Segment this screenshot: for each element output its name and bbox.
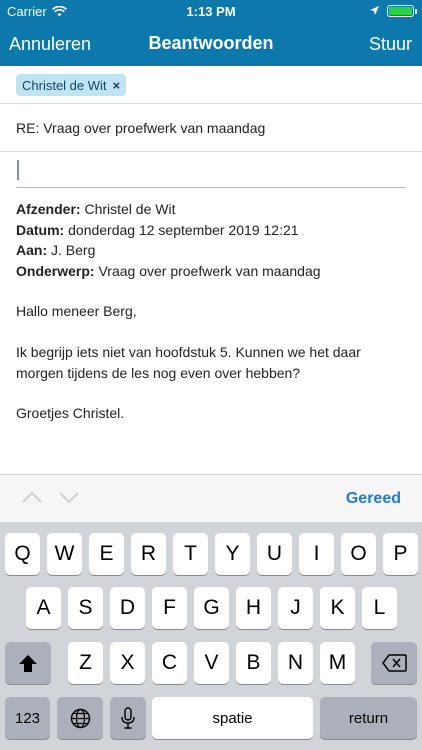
- greeting-text: Hallo meneer Berg,: [16, 303, 137, 319]
- key-a[interactable]: A: [26, 587, 61, 629]
- date-label: Datum:: [16, 221, 65, 238]
- key-w[interactable]: W: [47, 533, 82, 575]
- from-label: Afzender:: [16, 201, 81, 217]
- remove-recipient-icon[interactable]: ×: [113, 78, 121, 93]
- key-k[interactable]: K: [320, 587, 355, 629]
- key-y[interactable]: Y: [215, 533, 250, 575]
- backspace-key[interactable]: [371, 642, 417, 684]
- text-cursor: [17, 160, 19, 180]
- key-q[interactable]: Q: [5, 533, 40, 575]
- to-value: J. Berg: [51, 242, 96, 258]
- to-label: Aan:: [16, 242, 48, 258]
- key-e[interactable]: E: [89, 533, 124, 575]
- status-time: 1:13 PM: [186, 4, 236, 19]
- key-g[interactable]: G: [194, 587, 229, 629]
- microphone-icon: [121, 707, 135, 729]
- message-input-underline[interactable]: [16, 187, 405, 188]
- quoted-subject-line: Onderwerp: Vraag over proefwerk van maan…: [16, 261, 411, 282]
- body-line-1: Ik begrijp iets niet van hoofdstuk 5. Ku…: [16, 344, 361, 360]
- recipient-chip[interactable]: Christel de Wit ×: [16, 74, 127, 96]
- from-value: Christel de Wit: [84, 201, 176, 217]
- globe-icon: [70, 708, 90, 728]
- quoted-to-line: Aan: J. Berg: [16, 240, 411, 261]
- return-key[interactable]: return: [320, 697, 417, 739]
- key-z[interactable]: Z: [68, 642, 103, 684]
- subject-field[interactable]: RE: Vraag over proefwerk van maandag: [0, 104, 422, 152]
- date-value: donderdag 12 september 2019 12:21: [68, 221, 299, 238]
- shift-icon: [19, 654, 37, 672]
- subject-label: Onderwerp:: [16, 262, 95, 279]
- subject-value: Vraag over proefwerk van maandag: [98, 262, 321, 279]
- key-b[interactable]: B: [236, 642, 271, 684]
- page-title: Beantwoorden: [148, 33, 274, 53]
- key-m[interactable]: M: [320, 642, 355, 684]
- done-button[interactable]: Gereed: [346, 490, 401, 508]
- key-c[interactable]: C: [152, 642, 187, 684]
- quoted-from-line: Afzender: Christel de Wit: [16, 199, 411, 220]
- backspace-icon: [381, 654, 407, 672]
- space-key[interactable]: spatie: [152, 697, 313, 739]
- globe-key[interactable]: [57, 697, 103, 739]
- next-field-icon[interactable]: [58, 489, 80, 505]
- key-i[interactable]: I: [299, 533, 334, 575]
- key-d[interactable]: D: [110, 587, 145, 629]
- key-u[interactable]: U: [257, 533, 292, 575]
- recipient-name: Christel de Wit: [22, 77, 107, 93]
- key-o[interactable]: O: [341, 533, 376, 575]
- shift-key[interactable]: [5, 642, 51, 684]
- app-header: Carrier 1:13 PM Annuleren Beantwoorden S…: [0, 0, 422, 66]
- closing-text: Groetjes Christel.: [16, 405, 125, 421]
- key-t[interactable]: T: [173, 533, 208, 575]
- key-x[interactable]: X: [110, 642, 145, 684]
- location-icon: [370, 6, 379, 15]
- send-button[interactable]: Stuur: [369, 34, 412, 55]
- battery-icon: [387, 5, 417, 17]
- navigation-bar: Annuleren Beantwoorden Stuur: [0, 22, 422, 66]
- recipient-field[interactable]: Christel de Wit ×: [0, 66, 422, 104]
- key-r[interactable]: R: [131, 533, 166, 575]
- body-line-2: morgen tijdens de les nog even over hebb…: [16, 364, 301, 381]
- key-j[interactable]: J: [278, 587, 313, 629]
- quoted-date-line: Datum: donderdag 12 september 2019 12:21: [16, 220, 411, 241]
- subject-text: RE: Vraag over proefwerk van maandag: [16, 120, 266, 136]
- key-h[interactable]: H: [236, 587, 271, 629]
- numbers-key[interactable]: 123: [5, 697, 50, 739]
- key-s[interactable]: S: [68, 587, 103, 629]
- key-f[interactable]: F: [152, 587, 187, 629]
- keyboard: Q W E R T Y U I O P A S D F G H J K L Z …: [0, 522, 422, 750]
- status-bar: Carrier 1:13 PM: [0, 0, 422, 22]
- key-v[interactable]: V: [194, 642, 229, 684]
- key-n[interactable]: N: [278, 642, 313, 684]
- previous-field-icon[interactable]: [21, 489, 43, 505]
- key-l[interactable]: L: [362, 587, 397, 629]
- keyboard-accessory-bar: Gereed: [0, 474, 422, 522]
- dictation-key[interactable]: [110, 697, 146, 739]
- key-p[interactable]: P: [383, 533, 418, 575]
